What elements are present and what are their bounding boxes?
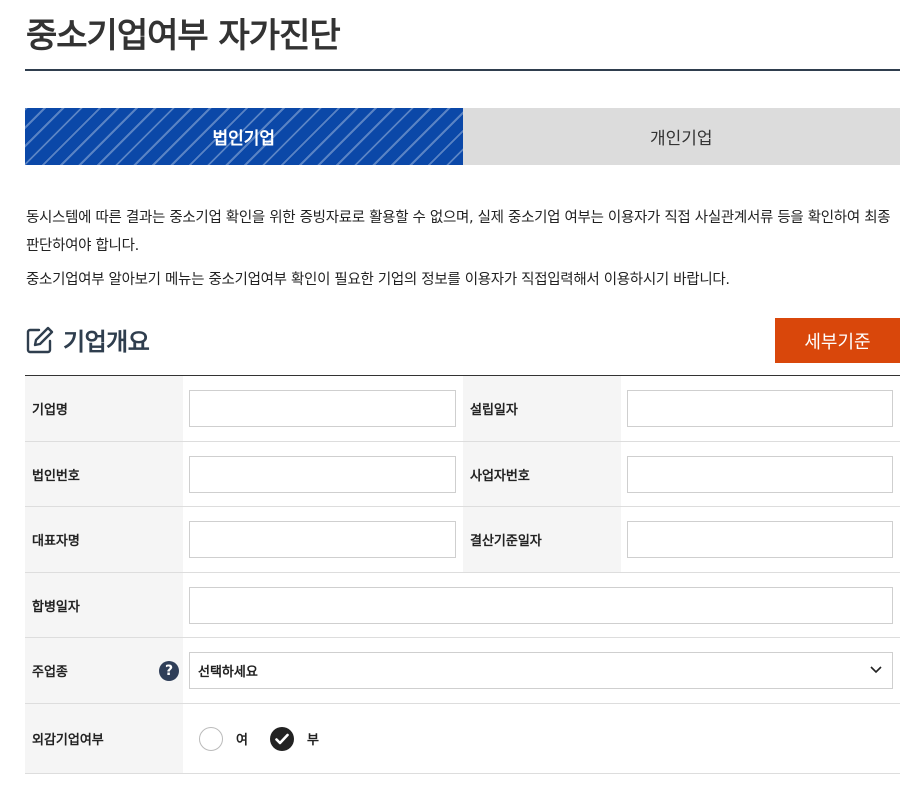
- notice-text: 동시스템에 따른 결과는 중소기업 확인을 위한 증빙자료로 활용할 수 없으며…: [26, 204, 898, 294]
- company-name-cell: [183, 376, 463, 441]
- radio-unchecked-icon[interactable]: [199, 726, 223, 751]
- edit-icon: [25, 325, 55, 355]
- company-name-input[interactable]: [189, 390, 456, 427]
- company-name-label: 기업명: [25, 376, 183, 441]
- business-number-input[interactable]: [627, 455, 893, 493]
- main-industry-cell: 선택하세요: [183, 638, 900, 703]
- main-industry-selected: 선택하세요: [198, 665, 258, 680]
- form-row: 합병일자: [25, 573, 900, 638]
- radio-label-yes: 여: [236, 733, 248, 748]
- corp-number-input[interactable]: [189, 455, 456, 493]
- merger-date-cell: [183, 573, 900, 637]
- notice-line-2: 중소기업여부 알아보기 메뉴는 중소기업여부 확인이 필요한 기업의 정보를 이…: [26, 272, 730, 288]
- form-row: 법인번호 사업자번호: [25, 442, 900, 507]
- main-industry-label: 주업종: [32, 665, 68, 680]
- tab-corporate[interactable]: 법인기업: [25, 108, 463, 165]
- help-icon[interactable]: ?: [159, 660, 179, 681]
- merger-date-label: 합병일자: [25, 573, 183, 637]
- radio-label-no: 부: [306, 733, 319, 748]
- corp-number-label: 법인번호: [25, 442, 183, 506]
- title-divider: [25, 69, 900, 71]
- external-audit-option-yes[interactable]: 여: [199, 726, 248, 751]
- business-number-label: 사업자번호: [463, 442, 621, 506]
- notice-line-1: 동시스템에 따른 결과는 중소기업 확인을 위한 증빙자료로 활용할 수 없으며…: [26, 210, 891, 254]
- business-number-cell: [621, 442, 900, 506]
- form-row: 대표자명 결산기준일자: [25, 507, 900, 573]
- company-type-tabs: 법인기업 개인기업: [25, 108, 900, 165]
- corp-number-cell: [183, 442, 463, 506]
- page-title: 중소기업여부 자가진단: [26, 16, 341, 56]
- chevron-down-icon: [870, 663, 882, 678]
- founding-date-label: 설립일자: [463, 376, 621, 441]
- form-row: 기업명 설립일자: [25, 376, 900, 442]
- external-audit-option-no[interactable]: 부: [269, 726, 319, 751]
- company-info-form: 기업명 설립일자 법인번호 사업자번호 대표자명 결산기준일자 합병일자 주업종…: [25, 375, 900, 774]
- external-audit-cell: 여 부: [183, 704, 900, 773]
- founding-date-cell: [621, 376, 900, 441]
- settlement-date-input[interactable]: [627, 521, 893, 558]
- settlement-date-label: 결산기준일자: [463, 507, 621, 572]
- external-audit-label: 외감기업여부: [25, 704, 183, 773]
- radio-checked-icon[interactable]: [269, 726, 294, 751]
- settlement-date-cell: [621, 507, 900, 572]
- ceo-name-label: 대표자명: [25, 507, 183, 572]
- section-header: 기업개요: [25, 322, 150, 357]
- form-row: 주업종 ? 선택하세요: [25, 638, 900, 704]
- external-audit-radio-group: 여 부: [189, 726, 341, 751]
- merger-date-input[interactable]: [189, 586, 893, 624]
- section-title: 기업개요: [63, 328, 150, 356]
- founding-date-input[interactable]: [627, 390, 893, 427]
- form-row: 외감기업여부 여 부: [25, 704, 900, 774]
- ceo-name-cell: [183, 507, 463, 572]
- detail-criteria-button[interactable]: 세부기준: [775, 318, 900, 363]
- main-industry-select[interactable]: 선택하세요: [189, 652, 893, 689]
- tab-individual[interactable]: 개인기업: [462, 108, 900, 165]
- ceo-name-input[interactable]: [189, 521, 456, 558]
- main-industry-label-cell: 주업종 ?: [25, 638, 183, 703]
